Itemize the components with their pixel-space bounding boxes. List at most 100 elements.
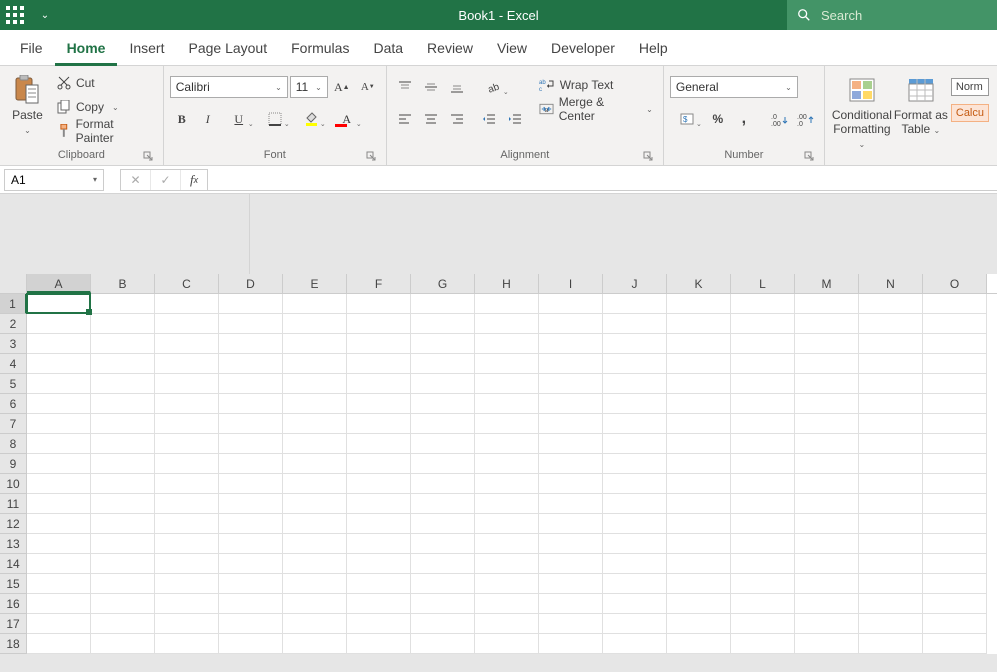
cell[interactable] — [91, 434, 155, 454]
cell[interactable] — [539, 394, 603, 414]
cell[interactable] — [731, 634, 795, 654]
cell[interactable] — [27, 494, 91, 514]
cell[interactable] — [219, 534, 283, 554]
cell[interactable] — [603, 354, 667, 374]
cell[interactable] — [155, 614, 219, 634]
cell[interactable] — [283, 514, 347, 534]
cell[interactable] — [539, 294, 603, 314]
cell[interactable] — [475, 354, 539, 374]
cell[interactable] — [283, 634, 347, 654]
cell[interactable] — [283, 414, 347, 434]
cell[interactable] — [27, 574, 91, 594]
cell[interactable] — [731, 414, 795, 434]
cell[interactable] — [859, 294, 923, 314]
cell[interactable] — [219, 354, 283, 374]
cell[interactable] — [923, 534, 987, 554]
cell[interactable] — [731, 514, 795, 534]
cell[interactable] — [923, 474, 987, 494]
cell[interactable] — [411, 454, 475, 474]
cell[interactable] — [539, 634, 603, 654]
cell[interactable] — [731, 314, 795, 334]
cell[interactable] — [91, 414, 155, 434]
cell[interactable] — [347, 614, 411, 634]
cell[interactable] — [667, 634, 731, 654]
cell[interactable] — [795, 534, 859, 554]
cell[interactable] — [731, 334, 795, 354]
col-header-E[interactable]: E — [283, 274, 347, 293]
cell[interactable] — [475, 574, 539, 594]
percent-button[interactable]: % — [706, 107, 730, 131]
cell[interactable] — [795, 594, 859, 614]
orientation-button[interactable]: ab⌄ — [477, 75, 511, 99]
alignment-launcher-icon[interactable] — [641, 150, 655, 164]
cell[interactable] — [155, 354, 219, 374]
cell[interactable] — [475, 634, 539, 654]
col-header-L[interactable]: L — [731, 274, 795, 293]
col-header-M[interactable]: M — [795, 274, 859, 293]
cell[interactable] — [539, 354, 603, 374]
increase-font-size-button[interactable]: A▲ — [330, 75, 354, 99]
cell[interactable] — [859, 554, 923, 574]
cell[interactable] — [795, 454, 859, 474]
cell[interactable] — [411, 354, 475, 374]
cell[interactable] — [91, 314, 155, 334]
cell[interactable] — [91, 354, 155, 374]
cell[interactable] — [155, 534, 219, 554]
cell[interactable] — [219, 594, 283, 614]
cell[interactable] — [91, 494, 155, 514]
cell[interactable] — [283, 474, 347, 494]
cell[interactable] — [795, 294, 859, 314]
cell[interactable] — [539, 334, 603, 354]
cell[interactable] — [795, 514, 859, 534]
cell[interactable] — [411, 594, 475, 614]
row-header-2[interactable]: 2 — [0, 314, 27, 334]
insert-function-button[interactable]: fx — [181, 170, 207, 190]
row-header-18[interactable]: 18 — [0, 634, 27, 654]
cell[interactable] — [91, 474, 155, 494]
cut-button[interactable]: Cut — [53, 72, 157, 94]
cell[interactable] — [539, 374, 603, 394]
cell[interactable] — [475, 594, 539, 614]
row-header-9[interactable]: 9 — [0, 454, 27, 474]
cell[interactable] — [347, 534, 411, 554]
cell[interactable] — [155, 514, 219, 534]
cell[interactable] — [603, 414, 667, 434]
cell[interactable] — [667, 614, 731, 634]
cell[interactable] — [859, 514, 923, 534]
cell[interactable] — [283, 554, 347, 574]
cell[interactable] — [923, 594, 987, 614]
cell[interactable] — [27, 314, 91, 334]
cell[interactable] — [603, 594, 667, 614]
cell[interactable] — [923, 494, 987, 514]
cell[interactable] — [603, 394, 667, 414]
font-launcher-icon[interactable] — [364, 150, 378, 164]
cell[interactable] — [539, 454, 603, 474]
cell[interactable] — [27, 474, 91, 494]
cell[interactable] — [155, 494, 219, 514]
tab-developer[interactable]: Developer — [539, 30, 627, 66]
cell[interactable] — [411, 394, 475, 414]
cell[interactable] — [411, 514, 475, 534]
cell[interactable] — [347, 494, 411, 514]
cell[interactable] — [923, 454, 987, 474]
col-header-A[interactable]: A — [27, 274, 91, 293]
cell[interactable] — [795, 634, 859, 654]
cell[interactable] — [731, 614, 795, 634]
cell[interactable] — [219, 414, 283, 434]
cell[interactable] — [283, 294, 347, 314]
col-header-D[interactable]: D — [219, 274, 283, 293]
cell[interactable] — [923, 394, 987, 414]
fill-color-button[interactable]: ⌄ — [294, 107, 328, 131]
row-header-10[interactable]: 10 — [0, 474, 27, 494]
cell[interactable] — [347, 474, 411, 494]
cell[interactable] — [283, 454, 347, 474]
cell[interactable] — [219, 314, 283, 334]
cell[interactable] — [859, 334, 923, 354]
cell[interactable] — [91, 574, 155, 594]
col-header-C[interactable]: C — [155, 274, 219, 293]
cell[interactable] — [539, 474, 603, 494]
cell[interactable] — [27, 634, 91, 654]
cell[interactable] — [539, 514, 603, 534]
format-as-table-button[interactable]: Format as Table ⌄ — [893, 70, 949, 138]
cell[interactable] — [91, 594, 155, 614]
